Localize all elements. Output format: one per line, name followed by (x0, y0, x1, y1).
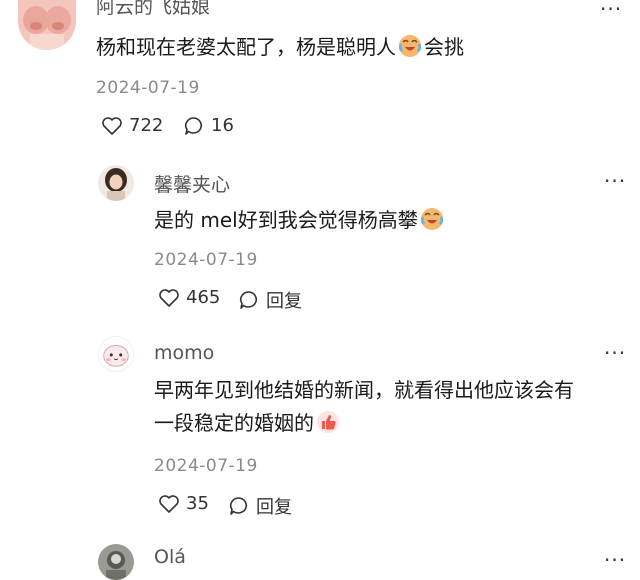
comment-text-part: 是的 mel好到我会觉得杨高攀 (154, 208, 418, 232)
replies-button[interactable]: 16 (183, 115, 234, 136)
comment-text: 一段稳定的婚姻的 (154, 406, 342, 444)
reply-label: 回复 (256, 497, 292, 518)
speech-bubble-icon (239, 291, 258, 309)
avatar[interactable] (98, 336, 134, 372)
crying-laughing-emoji (420, 207, 444, 241)
like-count: 35 (186, 493, 209, 514)
reply-label: 回复 (266, 291, 302, 312)
avatar-pig-image (18, 0, 76, 50)
thumbs-up-emoji (316, 410, 340, 444)
reply-button[interactable]: 回复 (228, 493, 292, 519)
like-button[interactable]: 465 (158, 287, 220, 308)
username[interactable]: 阿云的飞姑娘 (96, 0, 210, 19)
comment-text: 是的 mel好到我会觉得杨高攀 (154, 203, 446, 241)
avatar-person-image (98, 165, 134, 201)
more-dots-icon[interactable]: ··· (604, 550, 626, 570)
avatar-photo-image (98, 544, 134, 580)
speech-bubble-icon (184, 116, 203, 135)
like-button[interactable]: 722 (101, 115, 163, 136)
more-dots-icon[interactable]: ··· (604, 171, 626, 191)
comment-date: 2024-07-19 (154, 456, 258, 476)
comment-text-part: 一段稳定的婚姻的 (154, 411, 314, 435)
comment-text-part: 杨和现在老婆太配了，杨是聪明人 (96, 35, 396, 59)
like-button[interactable]: 35 (158, 493, 209, 514)
username[interactable]: Olá (154, 546, 186, 568)
crying-laughing-emoji (398, 34, 422, 68)
avatar[interactable] (98, 165, 134, 201)
heart-outline-icon (159, 494, 179, 513)
comment-text-part: 会挑 (424, 35, 464, 59)
comment-text: 杨和现在老婆太配了，杨是聪明人 会挑 (96, 30, 464, 68)
comment-date: 2024-07-19 (96, 78, 200, 98)
like-count: 722 (129, 115, 164, 136)
heart-outline-icon (102, 116, 122, 135)
reply-button[interactable]: 回复 (238, 287, 302, 313)
comment-date: 2024-07-19 (154, 250, 258, 270)
more-dots-icon[interactable]: ··· (604, 343, 626, 363)
username[interactable]: 馨馨夹心 (154, 170, 230, 197)
comment-text: 早两年见到他结婚的新闻，就看得出他应该会有 (154, 378, 574, 402)
avatar[interactable] (98, 544, 134, 580)
avatar[interactable] (18, 0, 76, 50)
username[interactable]: momo (154, 342, 214, 364)
heart-outline-icon (159, 288, 179, 307)
more-dots-icon[interactable]: ··· (600, 0, 622, 19)
avatar-cartoon-image (99, 337, 133, 371)
reply-count: 16 (211, 115, 234, 136)
speech-bubble-icon (229, 497, 248, 515)
like-count: 465 (186, 287, 221, 308)
